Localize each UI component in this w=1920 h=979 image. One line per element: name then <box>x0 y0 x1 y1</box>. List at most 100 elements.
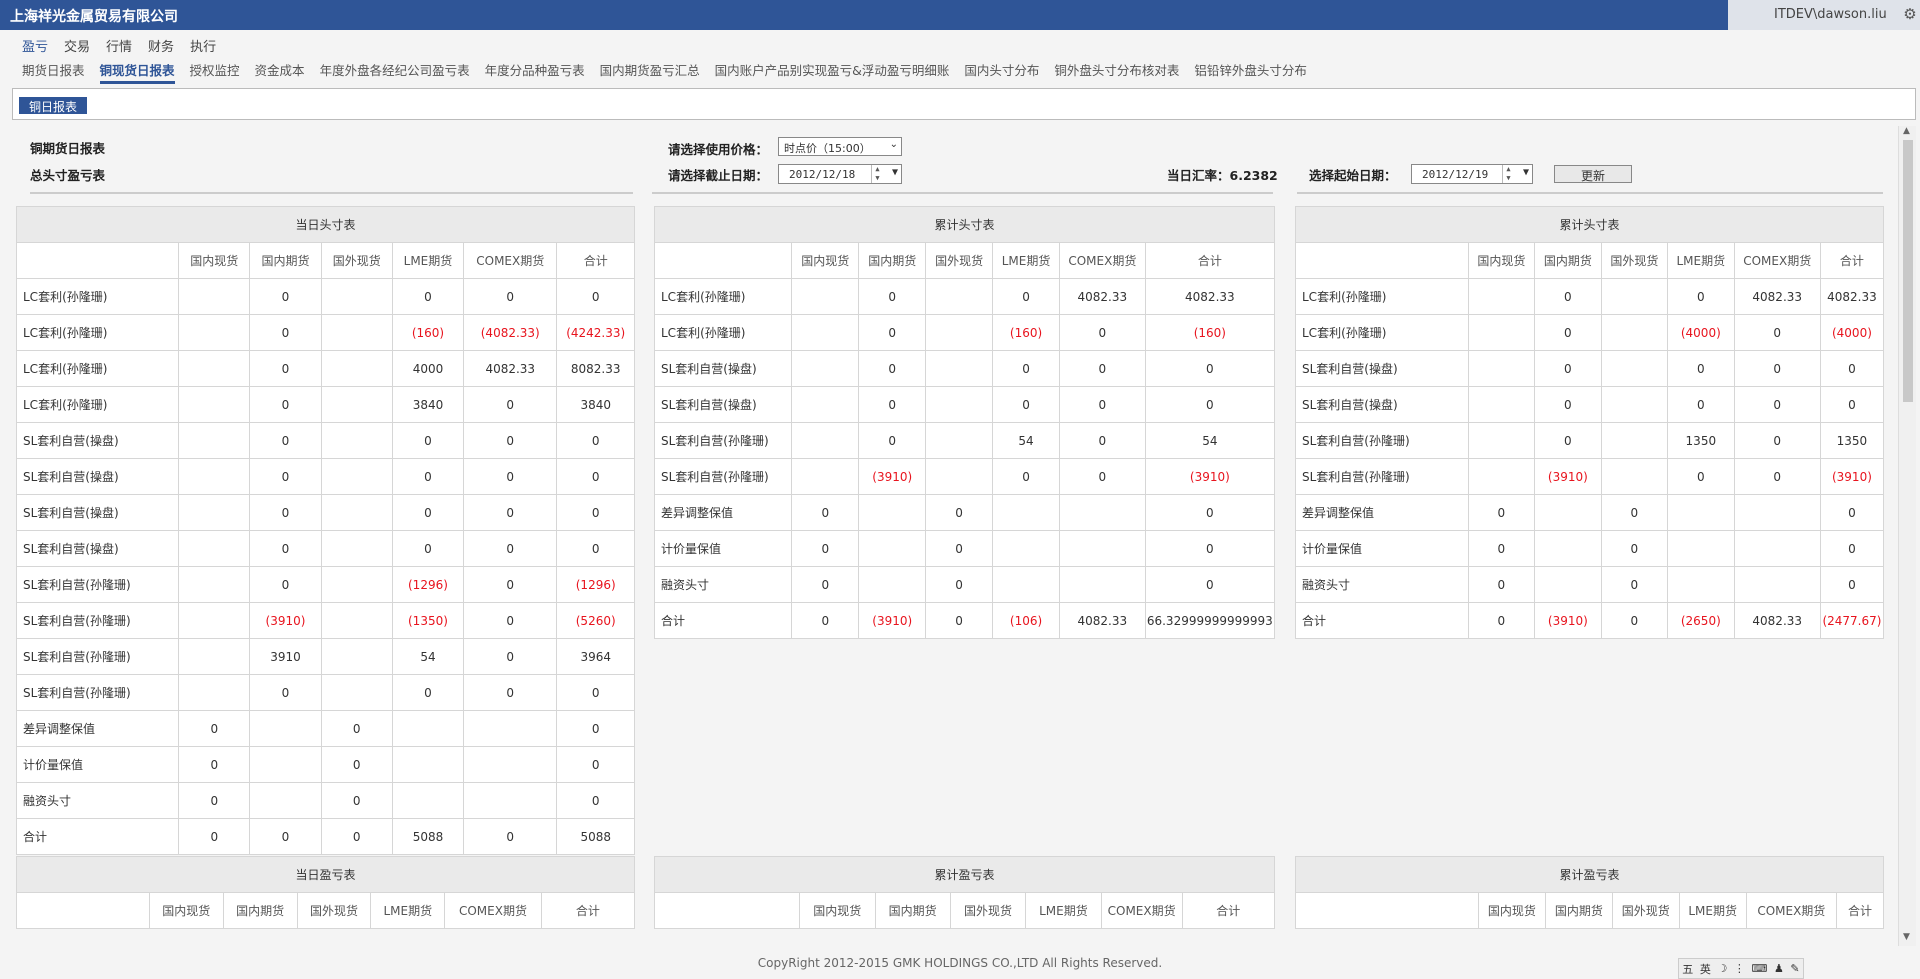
daily-position-table: 当日头寸表 国内现货 国内期货 国外现货 LME期货 COMEX期货 合计 LC套利(孙隆珊)… <box>15 206 635 855</box>
nav-execute[interactable]: 执行 <box>190 36 216 55</box>
table-cell: 0 <box>556 278 635 315</box>
table-cell <box>1667 494 1735 531</box>
column-header: 国外现货 <box>1611 892 1680 929</box>
row-label: LC套利(孙隆珊) <box>1295 314 1469 351</box>
divider <box>652 192 1273 194</box>
subnav-copper-outside[interactable]: 铜外盘头寸分布核对表 <box>1054 60 1179 84</box>
column-header: 合计 <box>540 892 636 929</box>
table-cell <box>858 530 927 567</box>
table-cell: 0 <box>556 710 635 747</box>
row-label: 计价量保值 <box>1295 530 1469 567</box>
subnav-auth-monitor[interactable]: 授权监控 <box>190 60 240 84</box>
table-cell <box>178 494 251 531</box>
user-icon[interactable]: ♟ <box>1774 962 1784 975</box>
row-label: 合计 <box>653 602 793 639</box>
table-row: SL套利自营(孙隆珊) 3910 54 0 3964 <box>15 638 635 675</box>
table-cell <box>320 278 393 315</box>
table-cell: (160) <box>1144 314 1276 351</box>
column-header <box>1295 242 1469 279</box>
column-header: LME期货 <box>992 242 1060 279</box>
table-cell <box>178 674 251 711</box>
table-cell: 4082.33 <box>463 350 558 387</box>
cumulative-position-table: 累计头寸表 国内现货 国内期货 国外现货 LME期货 COMEX期货 合计 LC套利(孙隆珊)… <box>653 206 1276 639</box>
table-cell: 0 <box>1819 494 1885 531</box>
table-cell <box>1600 422 1669 459</box>
ime-logo-icon[interactable]: 五 <box>1682 961 1693 977</box>
column-header <box>1295 892 1479 929</box>
table-cell <box>992 530 1060 567</box>
subnav-capital-cost[interactable]: 资金成本 <box>255 60 305 84</box>
nav-market[interactable]: 行情 <box>106 36 132 55</box>
table-cell: (1296) <box>556 566 635 603</box>
table-cell: 0 <box>1058 386 1146 423</box>
table-cell: 0 <box>1144 494 1276 531</box>
nav-finance[interactable]: 财务 <box>148 36 174 55</box>
table-cell: (3910) <box>858 458 927 495</box>
start-date-input[interactable]: 2012/12/19 ▲ ▼ ▼ <box>1411 164 1533 184</box>
table-row: SL套利自营(操盘) 0 0 0 0 <box>1295 350 1885 387</box>
column-header: 国内期货 <box>1544 892 1613 929</box>
nav-pl[interactable]: 盈亏 <box>22 36 48 55</box>
table-cell <box>178 566 251 603</box>
table-cell <box>1600 350 1669 387</box>
table-cell: 0 <box>1667 458 1735 495</box>
sub-nav: 期货日报表 铜现货日报表 授权监控 资金成本 年度外盘各经纪公司盈亏表 年度分品… <box>22 60 1322 84</box>
spinner-icon[interactable]: ▲ ▼ <box>1502 165 1514 183</box>
subnav-futures-daily[interactable]: 期货日报表 <box>22 60 85 84</box>
keyboard-icon[interactable]: ⌨ <box>1751 962 1767 975</box>
table-cell <box>858 566 927 603</box>
dropdown-icon[interactable]: ▼ <box>1523 167 1529 178</box>
row-label: 合计 <box>1295 602 1469 639</box>
table-cell: (1296) <box>391 566 465 603</box>
end-date-label: 请选择截止日期： <box>668 168 769 183</box>
subnav-domestic-account[interactable]: 国内账户产品别实现盈亏&浮动盈亏明细账 <box>715 60 950 84</box>
subnav-domestic-position[interactable]: 国内头寸分布 <box>964 60 1039 84</box>
table-cell: 0 <box>463 422 558 459</box>
table-row: LC套利(孙隆珊) 0 (4000) 0 (4000) <box>1295 314 1885 351</box>
start-date-value: 2012/12/19 <box>1422 168 1489 181</box>
row-label: 差异调整保值 <box>1295 494 1469 531</box>
subnav-domestic-futures[interactable]: 国内期货盈亏汇总 <box>600 60 700 84</box>
column-header: 合计 <box>556 242 635 279</box>
ime-lang-icon[interactable]: 英 <box>1700 961 1711 977</box>
table-cell: 0 <box>925 602 994 639</box>
table-cell: 5088 <box>556 818 635 855</box>
table-row: 差异调整保值 0 0 0 <box>1295 494 1885 531</box>
punctuation-icon[interactable]: ⋮ <box>1734 962 1745 975</box>
subnav-al-pb-zn[interactable]: 铝铅锌外盘头寸分布 <box>1194 60 1307 84</box>
scroll-thumb[interactable] <box>1903 140 1913 402</box>
gear-icon[interactable]: ⚙ <box>1900 0 1920 30</box>
table-row: 计价量保值 0 0 0 <box>653 530 1276 567</box>
table-row: SL套利自营(孙隆珊) 0 0 0 0 <box>15 674 635 711</box>
user-name: ITDEV\dawson.liu <box>1728 0 1900 30</box>
update-button[interactable]: 更新 <box>1554 165 1632 183</box>
scroll-up-icon[interactable]: ▲ <box>1903 126 1910 136</box>
tool-icon[interactable]: ✎ <box>1790 962 1799 975</box>
tab-copper-daily[interactable]: 铜日报表 <box>19 97 88 114</box>
dropdown-icon[interactable]: ▼ <box>892 167 898 178</box>
price-select[interactable]: 时点价（15:00） ⌄ <box>778 137 902 156</box>
table-cell <box>391 782 465 819</box>
table-cell: 0 <box>992 458 1060 495</box>
vertical-scrollbar[interactable]: ▲ ▼ <box>1898 126 1916 946</box>
table-cell: 4082.33 <box>1058 278 1146 315</box>
cumulative-pl-table-2: 累计盈亏表 国内现货 国内期货 国外现货 LME期货 COMEX期货 合计 <box>1295 856 1885 929</box>
subnav-copper-spot-daily[interactable]: 铜现货日报表 <box>99 60 175 84</box>
moon-icon[interactable]: ☽ <box>1717 962 1727 975</box>
nav-trade[interactable]: 交易 <box>64 36 90 55</box>
table-cell: 0 <box>556 530 635 567</box>
scroll-down-icon[interactable]: ▼ <box>1903 932 1910 942</box>
column-header: COMEX期货 <box>444 892 542 929</box>
table-cell <box>1534 530 1602 567</box>
table-row: 融资头寸 0 0 0 <box>653 566 1276 603</box>
table-cell: 0 <box>463 638 558 675</box>
end-date-input[interactable]: 2012/12/18 ▲ ▼ ▼ <box>778 164 902 184</box>
report-subtitle: 总头寸盈亏表 <box>30 168 106 183</box>
table-cell <box>791 422 860 459</box>
subnav-annual-broker[interactable]: 年度外盘各经纪公司盈亏表 <box>320 60 470 84</box>
table-cell <box>320 638 393 675</box>
table-cell: 0 <box>391 674 465 711</box>
table-cell <box>178 530 251 567</box>
subnav-annual-product[interactable]: 年度分品种盈亏表 <box>485 60 585 84</box>
spinner-icon[interactable]: ▲ ▼ <box>871 165 883 183</box>
